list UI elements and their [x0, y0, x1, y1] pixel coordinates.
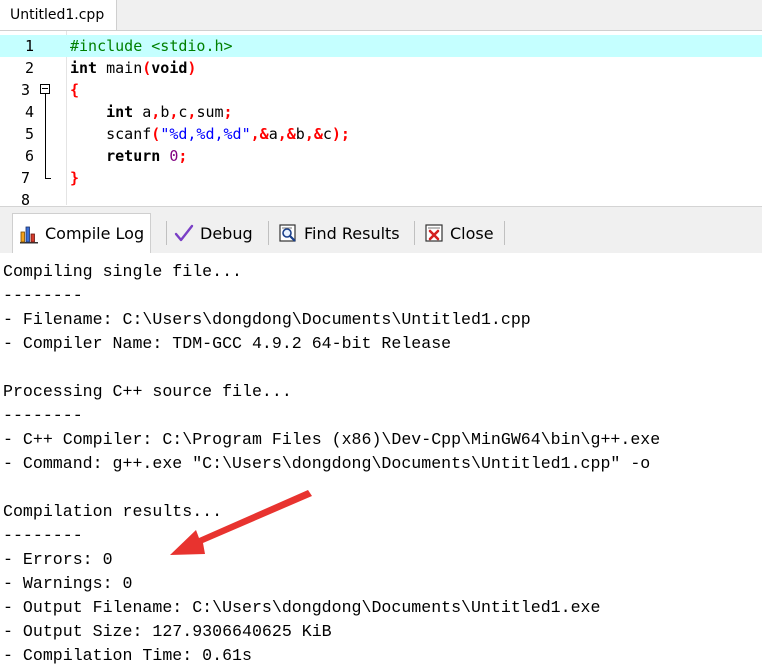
- operator: (: [151, 125, 161, 143]
- log-line: --------: [3, 526, 83, 545]
- line-number: 6: [24, 147, 34, 165]
- tab-debug[interactable]: Debug: [168, 215, 259, 251]
- code-line-4[interactable]: 4 int a,b,c,sum;: [0, 101, 762, 123]
- fold-end-marker: [45, 178, 51, 179]
- operator: ,&: [277, 125, 296, 143]
- keyword: int: [70, 59, 98, 77]
- log-line: - Compilation Time: 0.61s: [3, 646, 252, 665]
- operator: }: [70, 169, 80, 187]
- code-text: }: [70, 167, 79, 189]
- log-line: Processing C++ source file...: [3, 382, 292, 401]
- code-text: int main(void): [70, 57, 196, 79]
- fold-range-line: [45, 94, 46, 178]
- line-number: 2: [24, 59, 34, 77]
- tab-label: Close: [450, 223, 494, 243]
- preprocessor-directive: #include <stdio.h>: [70, 37, 233, 55]
- operator: ,: [151, 103, 161, 121]
- log-line: --------: [3, 286, 83, 305]
- log-line: - Output Size: 127.9306640625 KiB: [3, 622, 332, 641]
- tab-separator: [166, 221, 167, 245]
- identifier: scanf: [106, 125, 152, 143]
- bar-chart-icon: [19, 224, 39, 244]
- code-line-2[interactable]: 2 int main(void): [0, 57, 762, 79]
- code-text: int a,b,c,sum;: [70, 101, 233, 123]
- line-number: 5: [24, 125, 34, 143]
- code-line-3[interactable]: 3 {: [0, 79, 762, 101]
- log-line-errors: - Errors: 0: [3, 550, 113, 569]
- operator: ;: [178, 147, 188, 165]
- close-document-icon: [424, 223, 444, 243]
- log-line: Compilation results...: [3, 502, 223, 521]
- operator: ,&: [304, 125, 323, 143]
- identifier: a: [133, 103, 152, 121]
- log-line: - C++ Compiler: C:\Program Files (x86)\D…: [3, 430, 661, 449]
- tab-separator: [268, 221, 269, 245]
- log-line: - Compiler Name: TDM-GCC 4.9.2 64-bit Re…: [3, 334, 452, 353]
- magnifier-document-icon: [278, 223, 298, 243]
- tab-find-results[interactable]: Find Results: [272, 215, 406, 251]
- log-line: - Command: g++.exe "C:\Users\dongdong\Do…: [3, 454, 651, 473]
- fold-collapse-icon[interactable]: [40, 84, 50, 94]
- identifier: sum: [196, 103, 224, 121]
- line-number: 8: [20, 191, 30, 205]
- log-line: --------: [3, 406, 83, 425]
- code-line-8[interactable]: 8: [0, 189, 762, 205]
- operator: ): [187, 59, 197, 77]
- string-literal: "%d,%d,%d": [160, 125, 251, 143]
- tab-label: Debug: [200, 223, 253, 243]
- log-line: - Filename: C:\Users\dongdong\Documents\…: [3, 310, 531, 329]
- tab-close[interactable]: Close: [418, 215, 500, 251]
- code-text: scanf("%d,%d,%d",&a,&b,&c);: [70, 123, 350, 145]
- operator: ,&: [250, 125, 269, 143]
- checkmark-icon: [174, 223, 194, 243]
- operator: {: [70, 81, 80, 99]
- editor-tab-bar: Untitled1.cpp: [0, 0, 762, 31]
- code-text: #include <stdio.h>: [70, 35, 233, 57]
- bottom-panel-tabs: Compile Log Debug Find Results Close: [0, 206, 762, 254]
- keyword: return: [106, 147, 161, 165]
- tab-label: Compile Log: [45, 224, 145, 243]
- log-line-warnings: - Warnings: 0: [3, 574, 133, 593]
- tab-label: Find Results: [304, 223, 400, 243]
- identifier: main: [97, 59, 143, 77]
- code-text: return 0;: [70, 145, 187, 167]
- keyword: int: [106, 103, 134, 121]
- code-text: {: [70, 79, 79, 101]
- file-tab-untitled1[interactable]: Untitled1.cpp: [0, 0, 118, 30]
- operator: (: [142, 59, 152, 77]
- operator: ;: [223, 103, 233, 121]
- keyword: void: [151, 59, 188, 77]
- tab-separator: [504, 221, 505, 245]
- operator: );: [331, 125, 350, 143]
- identifier: b: [160, 103, 170, 121]
- log-line: Compiling single file...: [3, 262, 242, 281]
- line-number: 3: [20, 81, 30, 99]
- tab-separator: [414, 221, 415, 245]
- identifier: a: [268, 125, 278, 143]
- code-line-5[interactable]: 5 scanf("%d,%d,%d",&a,&b,&c);: [0, 123, 762, 145]
- tab-compile-log[interactable]: Compile Log: [12, 213, 152, 253]
- code-line-1[interactable]: 1 #include <stdio.h>: [0, 35, 762, 57]
- identifier: c: [322, 125, 332, 143]
- code-line-7[interactable]: 7 }: [0, 167, 762, 189]
- code-line-6[interactable]: 6 return 0;: [0, 145, 762, 167]
- line-number: 7: [20, 169, 30, 187]
- log-line: - Output Filename: C:\Users\dongdong\Doc…: [3, 598, 601, 617]
- code-editor[interactable]: 1 #include <stdio.h> 2 int main(void) 3 …: [0, 31, 762, 205]
- compile-log-output[interactable]: Compiling single file... -------- - File…: [0, 253, 762, 666]
- identifier: b: [295, 125, 305, 143]
- line-number: 1: [24, 37, 34, 55]
- line-number: 4: [24, 103, 34, 121]
